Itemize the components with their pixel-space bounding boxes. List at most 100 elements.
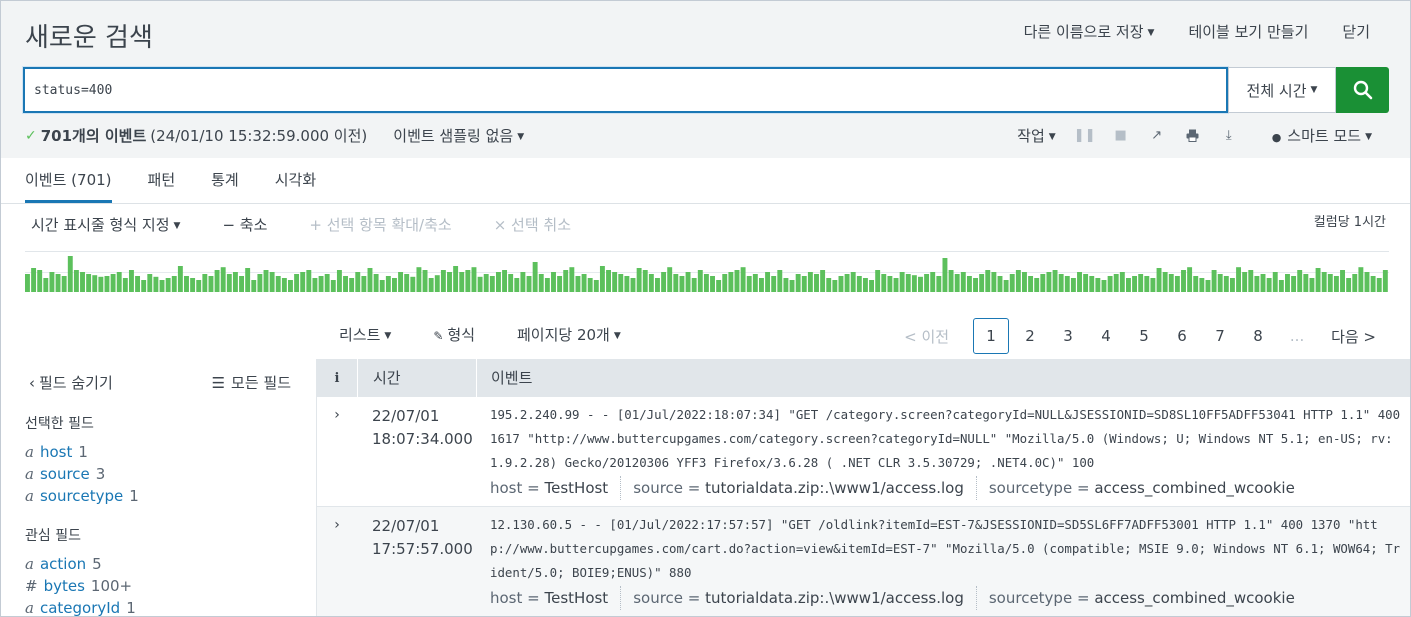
timeline-bar[interactable] bbox=[557, 276, 563, 292]
timeline-bar[interactable] bbox=[385, 276, 391, 292]
timeline-bar[interactable] bbox=[1132, 276, 1138, 292]
timeline-bar[interactable] bbox=[226, 274, 232, 292]
timeline-bar[interactable] bbox=[593, 280, 599, 292]
timeline-bar[interactable] bbox=[899, 272, 905, 292]
timeline-bar[interactable] bbox=[1254, 276, 1260, 292]
timeline-bar[interactable] bbox=[1266, 278, 1272, 292]
per-page-menu[interactable]: 페이지당 20개 ▼ bbox=[517, 324, 621, 345]
timeline-bar[interactable] bbox=[936, 276, 942, 292]
timeline-bar[interactable] bbox=[43, 278, 49, 292]
timeline-bar[interactable] bbox=[599, 266, 605, 292]
timeline-bar[interactable] bbox=[642, 270, 648, 292]
tab-statistics[interactable]: 통계 bbox=[211, 169, 239, 203]
search-button[interactable] bbox=[1336, 67, 1389, 113]
timeline-bar[interactable] bbox=[954, 274, 960, 292]
event-host-field[interactable]: host = TestHost bbox=[490, 586, 622, 610]
timeline-bar[interactable] bbox=[220, 267, 226, 292]
page-5-button[interactable]: 5 bbox=[1125, 327, 1163, 345]
timeline-bar[interactable] bbox=[37, 270, 43, 292]
timeline-bar[interactable] bbox=[1327, 274, 1333, 292]
timeline-bar[interactable] bbox=[1022, 272, 1027, 292]
timeline-bar[interactable] bbox=[1303, 274, 1309, 292]
timeline-bar[interactable] bbox=[1003, 280, 1009, 292]
timeline-bar[interactable] bbox=[398, 272, 404, 292]
timeline-bar[interactable] bbox=[667, 267, 673, 292]
timeline-bar[interactable] bbox=[1315, 268, 1321, 292]
timeline-bar[interactable] bbox=[1125, 278, 1131, 292]
search-input[interactable] bbox=[25, 69, 1226, 111]
time-column-header[interactable]: 시간 bbox=[357, 359, 476, 397]
timeline-bar[interactable] bbox=[575, 276, 581, 292]
timeline-bar[interactable] bbox=[722, 274, 728, 292]
timeline-bar[interactable] bbox=[453, 266, 459, 292]
page-2-button[interactable]: 2 bbox=[1011, 327, 1049, 345]
timeline-bar[interactable] bbox=[1205, 280, 1211, 292]
timeline-bar[interactable] bbox=[538, 274, 544, 292]
timeline-bar[interactable] bbox=[893, 278, 899, 292]
timeline-bar[interactable] bbox=[881, 274, 887, 292]
timeline-bar[interactable] bbox=[765, 272, 771, 292]
timeline-bar[interactable] bbox=[495, 272, 501, 292]
timeline-bar[interactable] bbox=[1144, 276, 1150, 292]
timeline-bar[interactable] bbox=[251, 280, 257, 292]
timeline-bar[interactable] bbox=[740, 267, 746, 292]
timeline-bar[interactable] bbox=[1278, 280, 1284, 292]
timeline-bar[interactable] bbox=[275, 276, 281, 292]
timeline-bar[interactable] bbox=[1162, 272, 1168, 292]
timeline-bar[interactable] bbox=[746, 276, 752, 292]
timeline-bar[interactable] bbox=[648, 274, 654, 292]
timeline-bar[interactable] bbox=[1358, 267, 1364, 292]
timeline-bar[interactable] bbox=[1370, 276, 1376, 292]
timeline-bar[interactable] bbox=[636, 268, 642, 292]
timeline-bar[interactable] bbox=[281, 278, 287, 292]
timeline-bar[interactable] bbox=[306, 270, 312, 292]
timeline-bar[interactable] bbox=[979, 274, 985, 292]
timeline-bar[interactable] bbox=[918, 276, 923, 292]
timeline-bar[interactable] bbox=[930, 272, 936, 292]
timeline-bar[interactable] bbox=[1199, 278, 1205, 292]
timeline-bar[interactable] bbox=[985, 270, 991, 292]
timeline-bar[interactable] bbox=[924, 274, 930, 292]
timeline-bar[interactable] bbox=[1346, 278, 1352, 292]
timeline-bar[interactable] bbox=[783, 278, 789, 292]
timeline-bar[interactable] bbox=[288, 280, 293, 292]
timeline-bar[interactable] bbox=[447, 272, 452, 292]
timeline-bar[interactable] bbox=[73, 270, 79, 292]
timeline-bar[interactable] bbox=[1352, 274, 1358, 292]
field-bytes[interactable]: # bytes 100+ bbox=[25, 575, 136, 597]
event-sourcetype-field[interactable]: sourcetype = access_combined_wcookie bbox=[989, 476, 1307, 500]
timeline-bar[interactable] bbox=[410, 276, 416, 292]
timeline-bar[interactable] bbox=[1034, 278, 1040, 292]
timeline-bar[interactable] bbox=[128, 270, 134, 292]
timeline-bar[interactable] bbox=[1291, 276, 1297, 292]
event-timeline[interactable] bbox=[25, 251, 1389, 292]
timeline-bar[interactable] bbox=[190, 278, 196, 292]
sampling-menu[interactable]: 이벤트 샘플링 없음 ▼ bbox=[393, 125, 524, 146]
timeline-bar[interactable] bbox=[1340, 270, 1345, 292]
timeline-bar[interactable] bbox=[1376, 278, 1382, 292]
timeline-bar[interactable] bbox=[324, 274, 330, 292]
timeline-bar[interactable] bbox=[177, 266, 183, 292]
timeline-bar[interactable] bbox=[1174, 276, 1180, 292]
timeline-bar[interactable] bbox=[239, 276, 244, 292]
timeline-bar[interactable] bbox=[294, 274, 300, 292]
event-sourcetype-field[interactable]: sourcetype = access_combined_wcookie bbox=[989, 586, 1307, 610]
timeline-bar[interactable] bbox=[459, 272, 465, 292]
timeline-bar[interactable] bbox=[1297, 270, 1303, 292]
timeline-bar[interactable] bbox=[202, 274, 208, 292]
timeline-bar[interactable] bbox=[1046, 272, 1052, 292]
timeline-bar[interactable] bbox=[214, 270, 220, 292]
timeline-bar[interactable] bbox=[49, 272, 55, 292]
timeline-bar[interactable] bbox=[563, 270, 569, 292]
close-link[interactable]: 닫기 bbox=[1342, 21, 1370, 42]
pause-icon[interactable]: ❚❚ bbox=[1074, 128, 1096, 143]
tab-patterns[interactable]: 패턴 bbox=[148, 169, 176, 203]
timeline-bar[interactable] bbox=[1077, 272, 1082, 292]
timeline-bar[interactable] bbox=[520, 272, 526, 292]
next-page-button[interactable]: 다음 > bbox=[1331, 326, 1376, 347]
timeline-bar[interactable] bbox=[122, 278, 128, 292]
timeline-bar[interactable] bbox=[263, 270, 269, 292]
timeline-bar[interactable] bbox=[960, 272, 966, 292]
timeline-bar[interactable] bbox=[789, 280, 795, 292]
timeline-bar[interactable] bbox=[691, 278, 697, 292]
